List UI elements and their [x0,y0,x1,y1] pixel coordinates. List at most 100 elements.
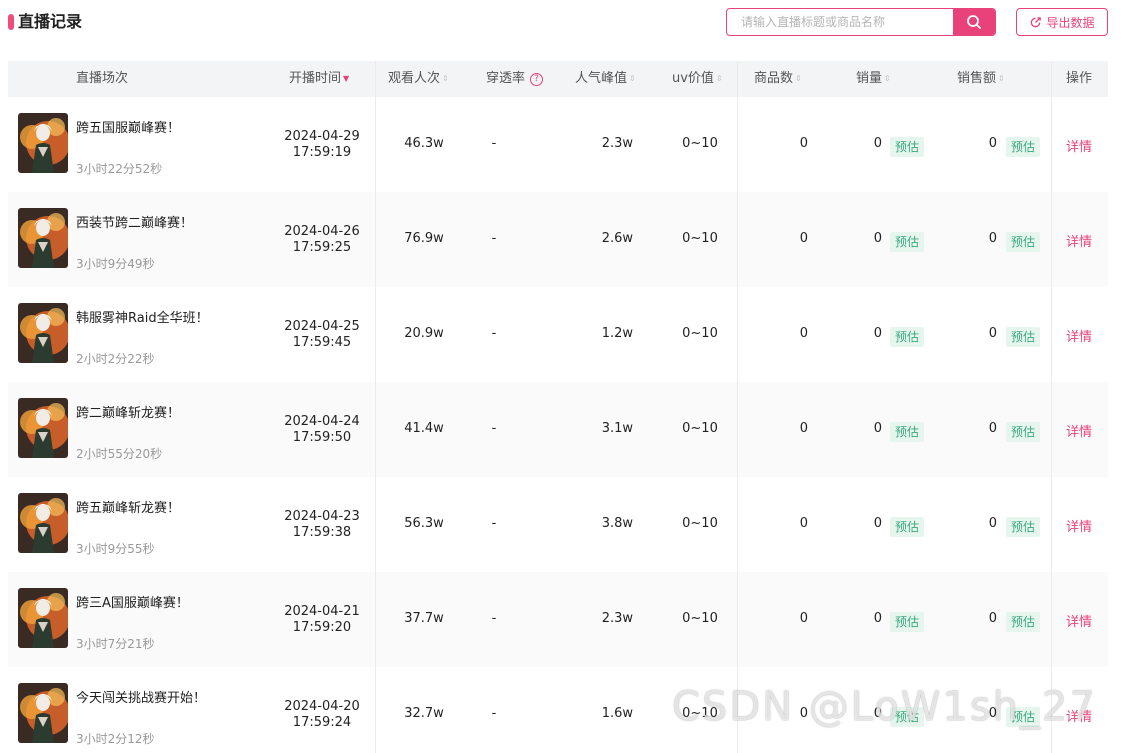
table-row: 跨三A国服巅峰赛！ 3小时7分21秒 2024-04-21 17:59:20 3… [8,572,1108,667]
products-value: 0 [799,611,808,626]
sales-estimate-badge: 预估 [890,232,925,252]
col-uv[interactable]: uv价值 ⇕ [672,61,723,97]
stream-title[interactable]: 跨五巅峰斩龙赛！ [76,497,180,516]
stream-thumbnail[interactable] [18,683,68,743]
start-date: 2024-04-20 [284,699,360,714]
stream-title[interactable]: 西装节跨二巅峰赛！ [76,212,193,231]
top-bar: 直播记录 导出数据 [0,0,1125,44]
col-viewers[interactable]: 观看人次 ⇕ [388,61,449,97]
products-value: 0 [799,326,808,341]
revenue-value: 0 [988,706,997,721]
stream-title[interactable]: 韩服雾神Raid全华班！ [76,307,209,326]
search-input[interactable] [727,9,955,35]
start-time: 2024-04-25 17:59:45 [274,319,370,351]
detail-link[interactable]: 详情 [1066,231,1092,250]
stream-duration: 2小时2分22秒 [76,352,155,366]
stream-duration: 3小时9分49秒 [76,257,155,271]
stream-thumbnail[interactable] [18,398,68,458]
start-date: 2024-04-26 [284,224,360,239]
stream-title[interactable]: 跨二巅峰斩龙赛！ [76,402,180,421]
peak-value: 1.6w [601,706,633,721]
viewers-value: 20.9w [404,326,444,341]
stream-duration: 3小时7分21秒 [76,637,155,651]
detail-link[interactable]: 详情 [1066,326,1092,345]
start-clock: 17:59:24 [292,715,352,730]
viewers-value: 46.3w [404,136,444,151]
sales-value: 0 [873,706,882,721]
products-value: 0 [799,516,808,531]
live-records-table: 直播场次 开播时间 ▼ 观看人次 ⇕ 穿透率? 人气峰值 ⇕ uv价值 ⇕ 商品数 ⇕ 销… [8,61,1108,753]
stream-thumbnail[interactable] [18,493,68,553]
col-products-label: 商品数 [754,71,794,86]
start-time: 2024-04-20 17:59:24 [274,699,370,731]
col-penetration: 穿透率? [486,61,544,97]
col-products[interactable]: 商品数 ⇕ [754,61,802,97]
revenue-estimate-badge: 预估 [1006,137,1041,157]
col-sales[interactable]: 销量 ⇕ [856,61,891,97]
revenue-estimate-badge: 预估 [1006,612,1041,632]
help-icon[interactable]: ? [530,73,544,86]
start-date: 2024-04-25 [284,319,360,334]
revenue-estimate-badge: 预估 [1006,707,1041,727]
peak-value: 2.3w [601,136,633,151]
stream-title[interactable]: 跨五国服巅峰赛！ [76,117,180,136]
sales-estimate-badge: 预估 [890,707,925,727]
stream-thumbnail[interactable] [18,588,68,648]
start-time: 2024-04-21 17:59:20 [274,604,370,636]
stream-duration: 2小时55分20秒 [76,447,163,461]
penetration-value: - [491,706,497,721]
page-title: 直播记录 [18,12,83,31]
revenue-value: 0 [988,421,997,436]
detail-link[interactable]: 详情 [1066,611,1092,630]
detail-link[interactable]: 详情 [1066,136,1092,155]
export-icon [1031,16,1042,27]
col-penetration-label: 穿透率 [486,71,526,86]
sales-estimate-badge: 预估 [890,137,925,157]
sort-desc-icon: ▼ [343,74,350,83]
uv-value: 0~10 [682,706,718,721]
revenue-estimate-badge: 预估 [1006,232,1041,252]
col-revenue[interactable]: 销售额 ⇕ [957,61,1005,97]
export-data-button[interactable]: 导出数据 [1016,8,1108,36]
stream-title[interactable]: 跨三A国服巅峰赛！ [76,592,189,611]
penetration-value: - [491,516,497,531]
search-icon [967,15,981,29]
sales-value: 0 [873,421,882,436]
table-row: 跨五巅峰斩龙赛！ 3小时9分55秒 2024-04-23 17:59:38 56… [8,477,1108,572]
penetration-value: - [491,231,497,246]
column-divider [737,61,738,753]
table-row: 今天闯关挑战赛开始！ 3小时2分12秒 2024-04-20 17:59:24 … [8,667,1108,753]
products-value: 0 [799,421,808,436]
table-row: 韩服雾神Raid全华班！ 2小时2分22秒 2024-04-25 17:59:4… [8,287,1108,382]
uv-value: 0~10 [682,516,718,531]
penetration-value: - [491,611,497,626]
sales-estimate-badge: 预估 [890,327,925,347]
start-clock: 17:59:38 [292,525,352,540]
detail-link[interactable]: 详情 [1066,516,1092,535]
title-marker [8,14,14,30]
detail-link[interactable]: 详情 [1066,706,1092,725]
detail-link[interactable]: 详情 [1066,421,1092,440]
uv-value: 0~10 [682,326,718,341]
peak-value: 3.8w [601,516,633,531]
col-peak[interactable]: 人气峰值 ⇕ [575,61,636,97]
stream-thumbnail[interactable] [18,208,68,268]
col-uv-label: uv价值 [672,71,714,86]
search-button[interactable] [953,9,995,35]
table-row: 西装节跨二巅峰赛！ 3小时9分49秒 2024-04-26 17:59:25 7… [8,192,1108,287]
sort-icon: ⇕ [629,74,636,83]
viewers-value: 37.7w [404,611,444,626]
col-start-time[interactable]: 开播时间 ▼ [289,61,349,97]
col-viewers-label: 观看人次 [388,71,441,86]
col-peak-label: 人气峰值 [575,71,628,86]
stream-duration: 3小时22分52秒 [76,162,163,176]
penetration-value: - [491,326,497,341]
stream-thumbnail[interactable] [18,113,68,173]
uv-value: 0~10 [682,421,718,436]
col-revenue-label: 销售额 [957,71,997,86]
peak-value: 2.6w [601,231,633,246]
stream-thumbnail[interactable] [18,303,68,363]
peak-value: 1.2w [601,326,633,341]
products-value: 0 [799,231,808,246]
stream-title[interactable]: 今天闯关挑战赛开始！ [76,687,206,706]
